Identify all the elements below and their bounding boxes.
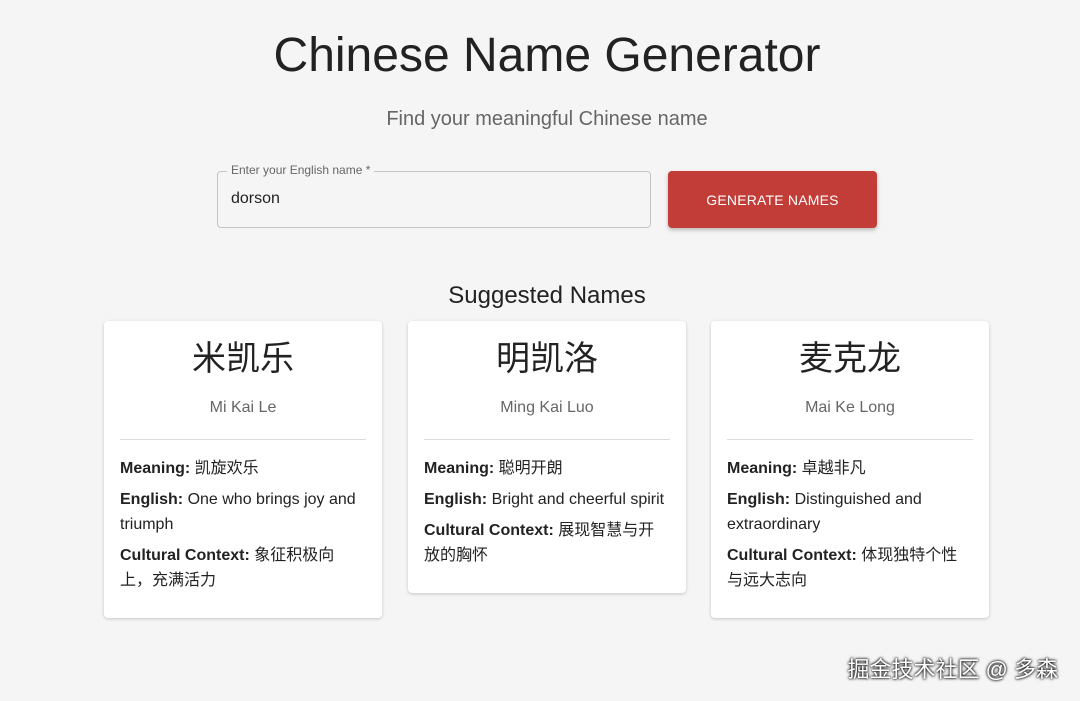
english-row: English: Distinguished and extraordinary (727, 487, 973, 537)
meaning-value: 聪明开朗 (499, 460, 563, 477)
meaning-label: Meaning: (424, 460, 494, 477)
meaning-label: Meaning: (727, 460, 797, 477)
english-label: English: (727, 491, 790, 508)
context-row: Cultural Context: 展现智慧与开放的胸怀 (424, 518, 670, 568)
english-name-input[interactable] (231, 190, 631, 208)
chinese-name: 明凯洛 (424, 339, 670, 379)
meaning-value: 卓越非凡 (802, 460, 866, 477)
pinyin: Mi Kai Le (120, 399, 366, 417)
generate-names-button[interactable]: GENERATE NAMES (668, 171, 877, 228)
name-card: 米凯乐 Mi Kai Le Meaning: 凯旋欢乐 English: One… (104, 321, 382, 618)
english-name-field[interactable]: Enter your English name * (217, 171, 651, 228)
english-row: English: One who brings joy and triumph (120, 487, 366, 537)
context-row: Cultural Context: 象征积极向上，充满活力 (120, 543, 366, 593)
divider (120, 439, 366, 440)
page-title: Chinese Name Generator (0, 28, 1080, 83)
context-label: Cultural Context: (120, 547, 250, 564)
divider (424, 439, 670, 440)
english-name-label: Enter your English name * (227, 163, 374, 177)
name-card: 麦克龙 Mai Ke Long Meaning: 卓越非凡 English: D… (711, 321, 989, 618)
english-value: Bright and cheerful spirit (492, 491, 665, 508)
context-label: Cultural Context: (727, 547, 857, 564)
meaning-row: Meaning: 聪明开朗 (424, 456, 670, 481)
chinese-name: 麦克龙 (727, 339, 973, 379)
divider (727, 439, 973, 440)
page-subtitle: Find your meaningful Chinese name (0, 108, 1080, 131)
english-label: English: (424, 491, 487, 508)
watermark: 掘金技术社区 @ 多森 (847, 652, 1058, 684)
chinese-name: 米凯乐 (120, 339, 366, 379)
meaning-label: Meaning: (120, 460, 190, 477)
meaning-value: 凯旋欢乐 (195, 460, 259, 477)
name-card: 明凯洛 Ming Kai Luo Meaning: 聪明开朗 English: … (408, 321, 686, 593)
english-row: English: Bright and cheerful spirit (424, 487, 670, 512)
meaning-row: Meaning: 凯旋欢乐 (120, 456, 366, 481)
pinyin: Mai Ke Long (727, 399, 973, 417)
meaning-row: Meaning: 卓越非凡 (727, 456, 973, 481)
context-row: Cultural Context: 体现独特个性与远大志向 (727, 543, 973, 593)
english-label: English: (120, 491, 183, 508)
suggested-names-heading: Suggested Names (0, 282, 1080, 310)
pinyin: Ming Kai Luo (424, 399, 670, 417)
context-label: Cultural Context: (424, 522, 554, 539)
